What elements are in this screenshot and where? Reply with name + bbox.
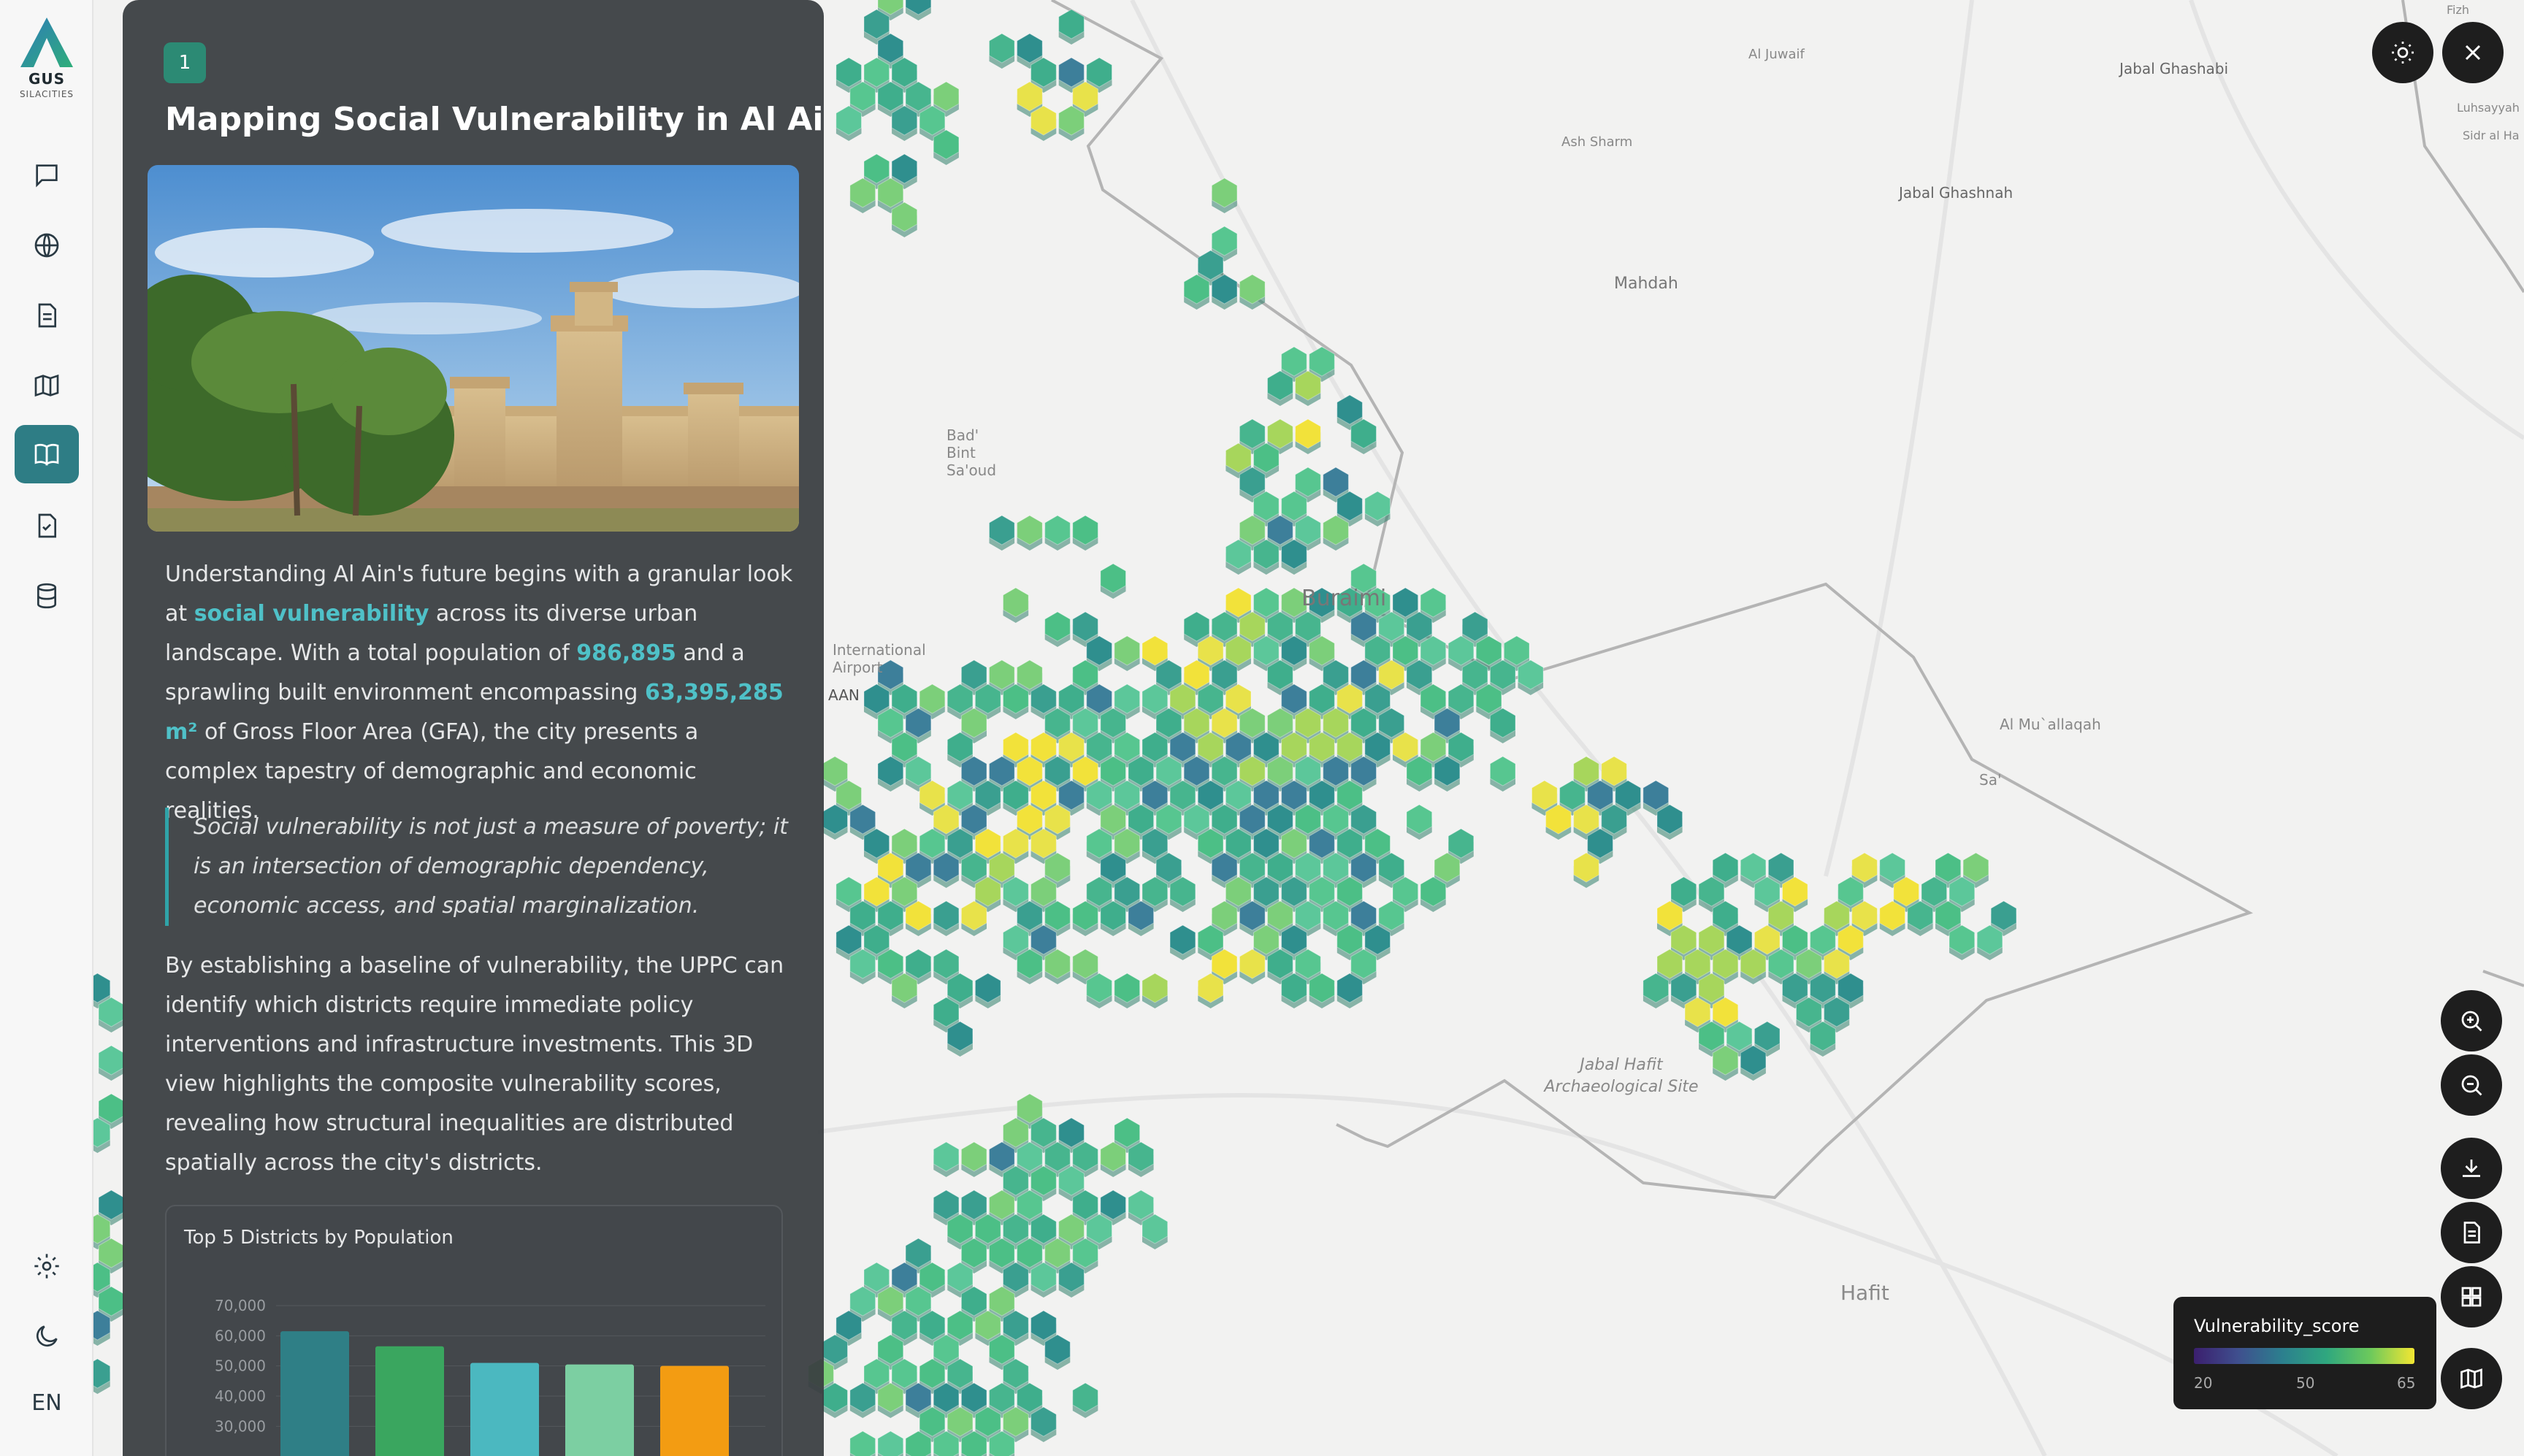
zoom-out-button[interactable]	[2441, 1054, 2502, 1116]
nav-globe[interactable]	[15, 216, 79, 275]
step-badge: 1	[164, 42, 206, 83]
map-label: Jabal Hafit Archaeological Site	[1544, 1056, 1699, 1096]
population-chart-card: Top 5 Districts by Population 70,000 60,0…	[165, 1205, 783, 1456]
map-label: AAN	[828, 686, 860, 704]
legend-mid: 50	[2296, 1374, 2315, 1392]
story-paragraph-1: Understanding Al Ain's future begins wit…	[165, 555, 793, 831]
chart-bar[interactable]	[280, 1331, 349, 1456]
y-tick-label: 40,000	[215, 1387, 266, 1405]
story-paragraph-2: By establishing a baseline of vulnerabil…	[165, 953, 784, 1176]
y-tick-label: 50,000	[215, 1357, 266, 1375]
globe-icon	[34, 233, 59, 258]
population-chart: 70,000 60,000 50,000 40,000 30,000	[215, 1297, 765, 1456]
highlight-population: 986,895	[576, 640, 676, 666]
story-quote: Social vulnerability is not just a measu…	[165, 808, 793, 926]
close-icon	[2465, 45, 2481, 61]
zoom-in-icon	[2461, 1011, 2482, 1032]
language-toggle[interactable]: EN	[0, 1390, 93, 1416]
app-root: Al Juwaif Ash Sharm Jabal Ghashabi Jabal…	[0, 0, 2524, 1456]
map-label: Ash Sharm	[1561, 134, 1633, 150]
map-label: Mahdah	[1614, 275, 1678, 293]
chart-bar[interactable]	[660, 1365, 729, 1456]
y-tick-label: 60,000	[215, 1327, 266, 1344]
close-button[interactable]	[2442, 22, 2504, 83]
chat-icon	[36, 164, 58, 188]
fort-illustration	[148, 165, 799, 532]
logo-icon	[20, 18, 73, 67]
nav-chat[interactable]	[15, 146, 79, 204]
document-icon	[38, 303, 56, 328]
map-label: Sa'	[1979, 771, 2002, 789]
legend-title: Vulnerability_score	[2194, 1316, 2360, 1336]
nav-dark-mode[interactable]	[15, 1307, 79, 1365]
app-logo[interactable]: GUS SILACITIES	[0, 16, 93, 99]
y-tick-label: 30,000	[215, 1417, 266, 1435]
story-photo	[148, 165, 799, 532]
sun-icon	[2392, 42, 2414, 64]
brand-subtitle: SILACITIES	[19, 89, 74, 99]
map-label: International Airport	[833, 641, 926, 676]
legend-color-ramp	[2194, 1348, 2414, 1364]
map-label: Hafit	[1840, 1281, 1889, 1305]
map-label: Luhsayyah	[2457, 101, 2520, 115]
map-label: Jabal Ghashabi	[2119, 60, 2229, 77]
nav-database[interactable]	[15, 567, 79, 625]
nav-map[interactable]	[15, 356, 79, 415]
grid-icon	[2461, 1287, 2482, 1307]
legend-max: 65	[2397, 1374, 2416, 1392]
story-title: Mapping Social Vulnerability in Al Ain	[165, 101, 824, 138]
chart-bar[interactable]	[565, 1364, 634, 1456]
moon-icon	[36, 1325, 58, 1347]
map-label: Al Juwaif	[1748, 47, 1805, 62]
y-tick-label: 70,000	[215, 1297, 266, 1314]
map-label: Fizh	[2447, 3, 2470, 17]
nav-checklist[interactable]	[15, 497, 79, 555]
map-label: Jabal Ghashnah	[1899, 184, 2014, 202]
theme-toggle-button[interactable]	[2372, 22, 2433, 83]
nav-story[interactable]	[15, 425, 79, 483]
chart-bar[interactable]	[375, 1346, 444, 1456]
map-icon	[2460, 1368, 2482, 1389]
legend-min: 20	[2194, 1374, 2213, 1392]
zoom-out-icon	[2461, 1075, 2482, 1096]
nav-documents[interactable]	[15, 286, 79, 345]
vulnerability-legend: Vulnerability_score 20 50 65	[2173, 1297, 2436, 1409]
map-label: Buraimi	[1301, 586, 1387, 611]
report-button[interactable]	[2441, 1202, 2502, 1263]
story-panel: 1 Mapping Social Vulnerability in Al Ain	[123, 0, 824, 1456]
map-label: Bad' Bint Sa'oud	[946, 426, 997, 479]
download-icon	[2463, 1160, 2480, 1177]
app-sidebar: GUS SILACITIES EN	[0, 0, 93, 1456]
highlight-social-vulnerability: social vulnerability	[194, 601, 429, 627]
brand-name: GUS	[28, 70, 66, 88]
checklist-icon	[38, 513, 56, 538]
map-icon	[34, 374, 59, 397]
map-label: Sidr al Ha	[2463, 129, 2520, 142]
zoom-in-button[interactable]	[2441, 990, 2502, 1051]
basemap-button[interactable]	[2441, 1348, 2502, 1409]
download-button[interactable]	[2441, 1138, 2502, 1199]
gear-icon	[34, 1254, 59, 1279]
map-label: Al Mu`allaqah	[2000, 716, 2101, 733]
database-icon	[37, 583, 56, 609]
book-icon	[34, 443, 59, 466]
nav-settings[interactable]	[15, 1237, 79, 1295]
document-icon	[2463, 1222, 2480, 1244]
chart-bar[interactable]	[470, 1363, 539, 1456]
layers-button[interactable]	[2441, 1266, 2502, 1327]
